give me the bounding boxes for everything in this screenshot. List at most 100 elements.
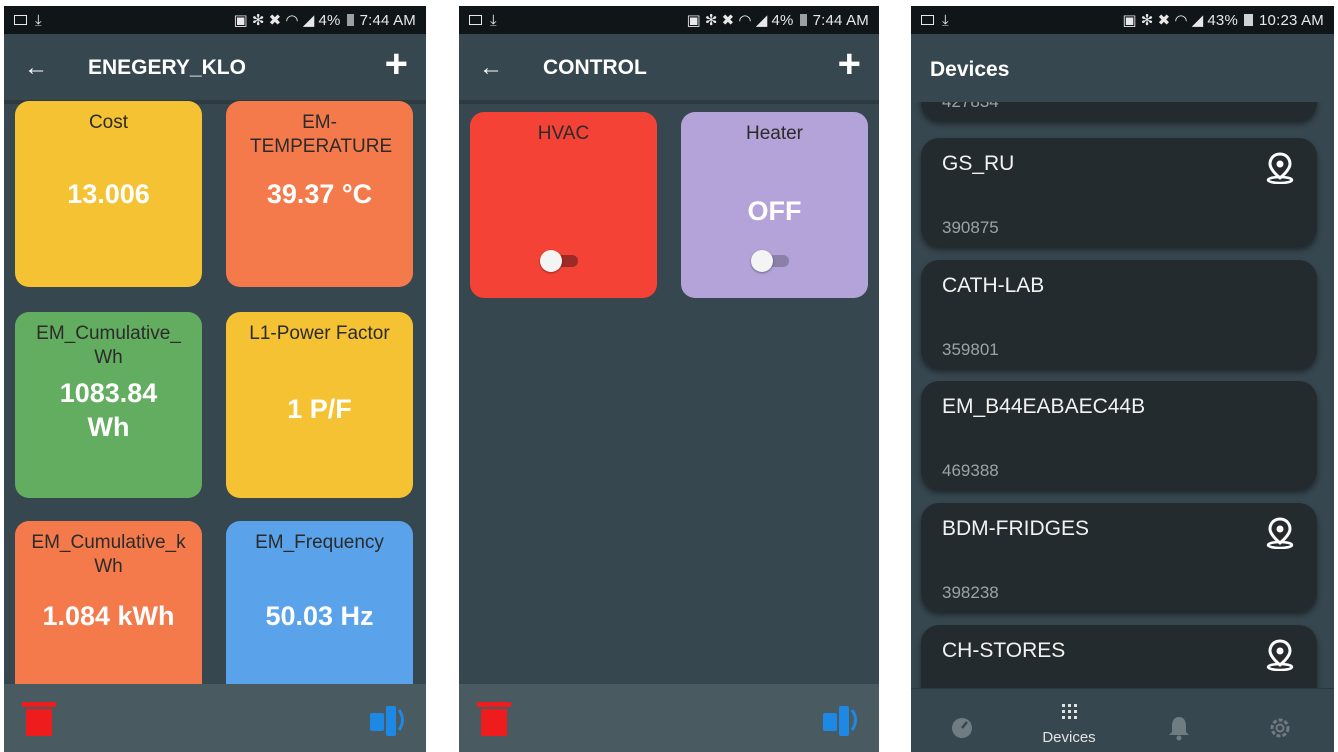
heater-toggle-switch[interactable] — [751, 250, 791, 272]
device-id: 469388 — [942, 461, 999, 480]
device-name: CATH-LAB — [942, 274, 1045, 297]
nav-devices[interactable]: Devices — [1019, 689, 1119, 752]
download-icon: ⤓ — [942, 11, 949, 29]
app-bar: ← CONTROL + — [459, 34, 879, 102]
device-name: BDM-FRIDGES — [942, 517, 1089, 540]
tile-label: Heater — [745, 123, 804, 144]
tile-state: OFF — [747, 196, 802, 226]
widget-tile-power-factor[interactable]: L1-Power Factor 1 P/F — [226, 312, 413, 498]
battery-percent: 4% — [318, 11, 341, 29]
dashboard-icon — [952, 718, 972, 738]
device-card[interactable]: CH-STORES — [921, 625, 1317, 688]
mute-icon: ✖ — [721, 12, 735, 29]
image-icon — [469, 15, 482, 25]
status-bar: ⤓ ▣ ✻ ✖ ◠ ◢ 43% 10:23 AM — [911, 6, 1334, 34]
device-name: GS_RU — [942, 152, 1015, 175]
signal-icon: ◢ — [302, 12, 315, 29]
delete-trash-icon[interactable] — [22, 702, 56, 736]
clock: 10:23 AM — [1259, 11, 1324, 29]
screen-control: ⤓ ▣ ✻ ✖ ◠ ◢ 4% 7:44 AM ← CONTROL + HVAC … — [459, 6, 879, 752]
nav-notifications[interactable] — [1129, 689, 1229, 752]
add-control-button[interactable]: + — [838, 44, 861, 84]
tile-label: EM-TEMPERATURE — [250, 112, 393, 157]
nfc-icon: ▣ — [686, 12, 701, 29]
wifi-icon: ◠ — [738, 12, 752, 29]
device-card[interactable]: BDM-FRIDGES 398238 — [921, 503, 1317, 611]
widget-tile-cumulative-wh[interactable]: EM_Cumulative_Wh 1083.84 Wh — [15, 312, 202, 498]
device-name: EM_B44EABAEC44B — [942, 395, 1146, 418]
devices-grid-icon — [1062, 704, 1077, 719]
screen-energy-dashboard: ⤓ ▣ ✻ ✖ ◠ ◢ 4% 7:44 AM ← ENEGERY_KLO + C… — [4, 6, 426, 752]
mute-icon: ✖ — [268, 12, 282, 29]
device-card[interactable]: GS_RU 390875 — [921, 138, 1317, 246]
device-card[interactable]: EM_B44EABAEC44B 469388 — [921, 381, 1317, 489]
tile-label: Cost — [88, 112, 129, 133]
nfc-icon: ▣ — [233, 12, 248, 29]
nav-settings[interactable] — [1231, 689, 1331, 752]
status-bar: ⤓ ▣ ✻ ✖ ◠ ◢ 4% 7:44 AM — [4, 6, 426, 34]
bottom-navigation: Devices — [911, 688, 1334, 752]
tile-value: 1083.84 Wh — [59, 378, 158, 442]
tile-value: 1 P/F — [287, 394, 352, 424]
tile-value: 1.084 kWh — [42, 601, 175, 631]
mute-icon: ✖ — [1157, 12, 1171, 29]
device-id: 390875 — [942, 218, 999, 237]
device-id: 398238 — [942, 583, 999, 602]
battery-icon — [799, 14, 807, 26]
download-icon: ⤓ — [35, 11, 42, 29]
location-pin-icon[interactable] — [1265, 639, 1295, 671]
back-arrow-icon[interactable]: ← — [24, 56, 48, 80]
signal-icon: ◢ — [755, 12, 768, 29]
control-tile-hvac[interactable]: HVAC — [470, 112, 657, 298]
device-name: CH-STORES — [942, 639, 1066, 662]
device-id: 427834 — [942, 102, 999, 112]
tile-value: 50.03 Hz — [265, 601, 374, 631]
battery-icon — [346, 14, 354, 26]
app-bar: ← ENEGERY_KLO + — [4, 34, 426, 102]
battery-percent: 43% — [1207, 11, 1239, 29]
bottom-bar — [459, 684, 879, 752]
remote-control-icon[interactable] — [821, 700, 861, 740]
signal-icon: ◢ — [1191, 12, 1204, 29]
hvac-toggle-switch[interactable] — [540, 250, 580, 272]
nfc-icon: ▣ — [1122, 12, 1137, 29]
device-card[interactable]: CATH-LAB 359801 — [921, 260, 1317, 368]
app-bar: Devices — [911, 34, 1334, 102]
bluetooth-icon: ✻ — [1140, 12, 1154, 29]
bluetooth-icon: ✻ — [704, 12, 718, 29]
widget-tile-temperature[interactable]: EM-TEMPERATURE 39.37 °C — [226, 101, 413, 287]
battery-icon — [1244, 14, 1254, 26]
location-pin-icon[interactable] — [1265, 152, 1295, 184]
download-icon: ⤓ — [490, 11, 497, 29]
wifi-icon: ◠ — [285, 12, 299, 29]
device-list[interactable]: 427834 GS_RU 390875 CATH-LAB 359801 EM_B… — [911, 102, 1334, 688]
screen-devices: ⤓ ▣ ✻ ✖ ◠ ◢ 43% 10:23 AM Devices 427834 … — [911, 6, 1334, 752]
page-title: ENEGERY_KLO — [88, 56, 246, 79]
wifi-icon: ◠ — [1174, 12, 1188, 29]
remote-control-icon[interactable] — [368, 700, 408, 740]
bottom-bar — [4, 684, 426, 752]
tile-value: 13.006 — [67, 179, 150, 209]
image-icon — [921, 15, 934, 25]
bluetooth-icon: ✻ — [251, 12, 265, 29]
add-widget-button[interactable]: + — [385, 44, 408, 84]
widget-tile-frequency[interactable]: EM_Frequency 50.03 Hz — [226, 521, 413, 707]
tile-label: EM_Cumulative_Wh — [36, 323, 181, 368]
clock: 7:44 AM — [359, 11, 416, 29]
control-tile-heater[interactable]: Heater OFF — [681, 112, 868, 298]
widget-tile-cumulative-kwh[interactable]: EM_Cumulative_kWh 1.084 kWh — [15, 521, 202, 707]
back-arrow-icon[interactable]: ← — [479, 56, 503, 80]
bell-icon — [1169, 717, 1189, 741]
widget-tile-cost[interactable]: Cost 13.006 — [15, 101, 202, 287]
tile-label: EM_Cumulative_kWh — [31, 532, 186, 577]
battery-percent: 4% — [771, 11, 794, 29]
location-pin-icon[interactable] — [1265, 517, 1295, 549]
delete-trash-icon[interactable] — [477, 702, 511, 736]
image-icon — [14, 15, 27, 25]
settings-icon — [1270, 718, 1290, 738]
device-card[interactable]: 427834 — [921, 102, 1317, 120]
tile-label: HVAC — [537, 123, 590, 144]
tile-label: EM_Frequency — [255, 532, 384, 553]
nav-dashboard[interactable] — [911, 689, 1011, 752]
clock: 7:44 AM — [812, 11, 869, 29]
